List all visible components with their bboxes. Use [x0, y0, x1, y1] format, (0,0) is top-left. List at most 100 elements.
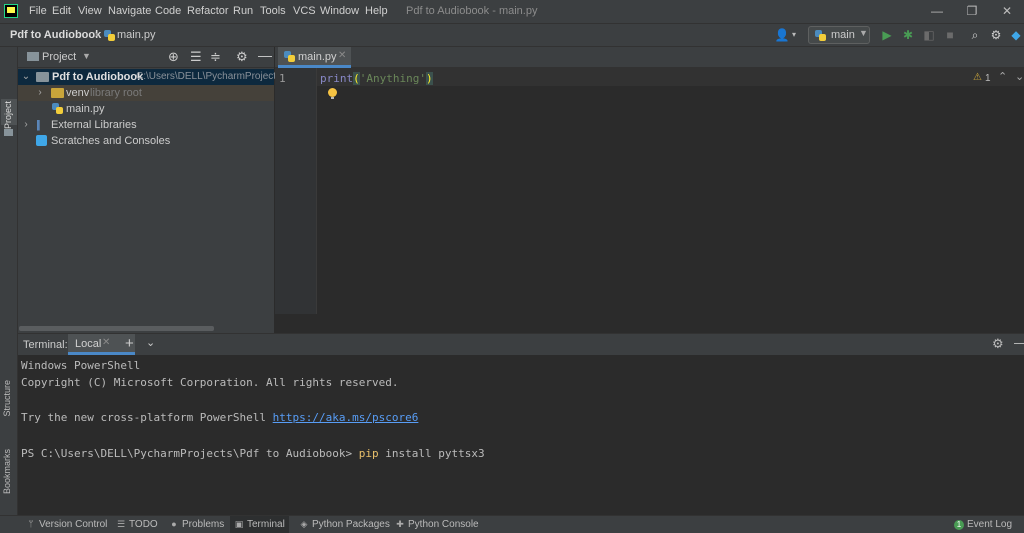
version-control-icon: ᛘ [28, 519, 34, 529]
terminal-command: pip [358, 447, 379, 460]
tree-root-row[interactable]: ⌄ Pdf to Audiobook C:\Users\DELL\Pycharm… [18, 69, 284, 85]
pscore-link[interactable]: https://aka.ms/pscore6 [273, 411, 419, 424]
run-configuration-select[interactable]: main ▼ [808, 26, 870, 44]
intention-bulb-icon[interactable] [328, 88, 337, 99]
collapse-all-icon[interactable]: ≑ [210, 49, 221, 65]
next-highlight-icon[interactable]: ⌄ [1015, 70, 1024, 83]
restore-button[interactable]: ❐ [955, 0, 989, 23]
breadcrumb-file[interactable]: main.py [117, 29, 156, 41]
tree-file-name: main.py [66, 103, 105, 115]
minimize-button[interactable]: — [920, 0, 954, 23]
locate-target-icon[interactable]: ⊕ [168, 49, 179, 65]
problems-icon: ● [171, 519, 177, 529]
line-number-gutter: 1 [275, 68, 317, 314]
tool-tab-todo[interactable]: ☰ TODO [116, 516, 158, 533]
menu-navigate[interactable]: Navigate [108, 0, 151, 23]
tool-tab-label: Event Log [967, 519, 1013, 530]
library-icon: ||| [36, 119, 40, 131]
menu-tools[interactable]: Tools [260, 0, 286, 23]
code-close-paren: ) [425, 72, 433, 85]
menu-code[interactable]: Code [155, 0, 181, 23]
chevron-right-icon[interactable]: › [35, 85, 45, 101]
chevron-down-icon[interactable]: ⌄ [146, 336, 155, 349]
folder-icon [51, 88, 64, 98]
tool-tab-bookmarks[interactable]: Bookmarks [2, 449, 12, 494]
tool-tab-python-console[interactable]: ✚ Python Console [395, 516, 478, 533]
code-open-paren: ( [353, 72, 360, 85]
tool-tab-terminal[interactable]: ▣ Terminal [230, 516, 289, 533]
previous-highlight-icon[interactable]: ⌃ [998, 70, 1007, 83]
window-title: Pdf to Audiobook - main.py [406, 5, 538, 17]
hide-panel-icon[interactable]: — [258, 47, 272, 63]
chevron-down-icon: ▼ [859, 28, 868, 38]
terminal-header: Terminal: Local ✕ + ⌄ ⚙ — [18, 333, 1024, 355]
terminal-line: Windows PowerShell [21, 359, 141, 372]
project-view-selector[interactable]: Project [42, 51, 76, 63]
tool-tab-version-control[interactable]: ᛘ Version Control [26, 516, 107, 533]
code-string: 'Anything' [359, 72, 426, 85]
left-tool-strip: Project Structure Bookmarks [0, 47, 18, 515]
breadcrumb-separator-icon: › [94, 27, 98, 41]
terminal-output[interactable]: Windows PowerShell Copyright (C) Microso… [18, 355, 1024, 515]
terminal-line: PS C:\Users\DELL\PycharmProjects\Pdf to … [21, 447, 485, 460]
tree-venv-row[interactable]: › venv library root [18, 85, 274, 101]
chevron-down-icon[interactable]: ⌄ [21, 69, 31, 85]
menu-run[interactable]: Run [233, 0, 253, 23]
menu-help[interactable]: Help [365, 0, 388, 23]
expand-all-icon[interactable]: ☰ [190, 49, 202, 65]
menu-edit[interactable]: Edit [52, 0, 71, 23]
tool-tab-label: Problems [182, 519, 225, 530]
run-configuration-label: main [831, 29, 855, 41]
navigation-bar: Pdf to Audiobook › main.py 👤 ▾ main ▼ ▶ … [0, 23, 1024, 47]
code-line[interactable]: print('Anything') [320, 72, 433, 85]
menu-window[interactable]: Window [320, 0, 359, 23]
run-with-coverage-icon[interactable]: ◧ [921, 27, 937, 43]
python-console-icon: ✚ [396, 519, 404, 529]
python-file-icon [104, 30, 115, 41]
folder-icon [4, 129, 13, 136]
terminal-line: Try the new cross-platform PowerShell ht… [21, 411, 418, 424]
close-tab-icon[interactable]: ✕ [338, 50, 346, 61]
chevron-right-icon[interactable]: › [21, 117, 31, 133]
tree-scratches-row[interactable]: Scratches and Consoles [18, 133, 274, 149]
project-horizontal-scrollbar[interactable] [19, 326, 214, 331]
chevron-down-icon[interactable]: ▼ [82, 51, 91, 61]
project-panel-header: Project ▼ ⊕ ☰ ≑ ⚙ — [18, 47, 274, 68]
menu-vcs[interactable]: VCS [293, 0, 316, 23]
code-function-name: print [320, 72, 354, 85]
pycharm-logo-icon [4, 4, 18, 18]
editor-bottom-area [317, 314, 1024, 333]
tree-file-row[interactable]: main.py [18, 101, 274, 117]
debug-icon[interactable]: ✱ [900, 27, 916, 43]
tool-tab-python-packages[interactable]: ◈ Python Packages [299, 516, 390, 533]
tool-tab-project[interactable]: Project [1, 99, 17, 129]
menu-view[interactable]: View [78, 0, 102, 23]
tool-tab-problems[interactable]: ● Problems [169, 516, 224, 533]
hide-terminal-icon[interactable]: — [1014, 334, 1024, 350]
close-button[interactable]: ✕ [990, 0, 1024, 23]
terminal-gear-icon[interactable]: ⚙ [992, 336, 1004, 352]
tool-tab-structure[interactable]: Structure [2, 380, 12, 417]
menu-file[interactable]: File [29, 0, 47, 23]
editor-tab-main[interactable]: main.py ✕ [278, 47, 351, 68]
close-tab-icon[interactable]: ✕ [102, 337, 110, 348]
user-dropdown-arrow-icon[interactable]: ▾ [786, 27, 802, 43]
tree-external-libraries-row[interactable]: › ||| External Libraries [18, 117, 274, 133]
menu-refactor[interactable]: Refactor [187, 0, 229, 23]
search-icon[interactable]: ⌕ [967, 27, 983, 43]
panel-gear-icon[interactable]: ⚙ [236, 49, 248, 65]
terminal-label: Terminal: [23, 339, 68, 351]
project-folder-icon [27, 52, 39, 61]
tool-tab-event-log[interactable]: 1 Event Log [954, 516, 1012, 533]
tree-venv-note: library root [90, 87, 142, 99]
run-icon[interactable]: ▶ [879, 27, 895, 43]
tree-external-libraries-label: External Libraries [51, 119, 137, 131]
breadcrumb-project[interactable]: Pdf to Audiobook [10, 29, 101, 41]
new-terminal-icon[interactable]: + [125, 335, 134, 352]
warning-icon[interactable]: ⚠ [973, 72, 982, 83]
project-panel: Project ▼ ⊕ ☰ ≑ ⚙ — ⌄ Pdf to Audiobook C… [18, 47, 284, 333]
settings-gear-icon[interactable]: ⚙ [988, 27, 1004, 43]
jetbrains-toolbox-icon[interactable]: ◆ [1008, 27, 1024, 43]
stop-icon[interactable]: ■ [942, 27, 958, 43]
editor-tab-label: main.py [298, 51, 337, 63]
